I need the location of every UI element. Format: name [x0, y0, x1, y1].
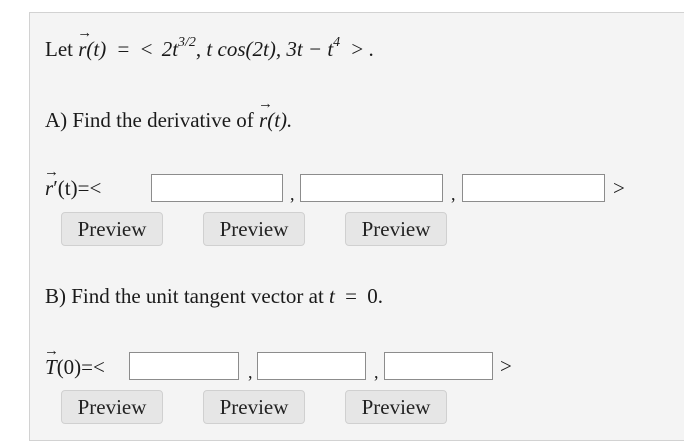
preview-button[interactable]: Preview	[345, 390, 447, 424]
part-a-input-2[interactable]	[300, 174, 443, 202]
let-text: Let	[45, 37, 73, 61]
separator-comma: ,	[374, 362, 379, 382]
part-b-prompt: B) Find the unit tangent vector at t = 0…	[45, 284, 383, 308]
part-a-input-1[interactable]	[151, 174, 283, 202]
close-angle: > .	[351, 37, 374, 61]
part-b-input-2[interactable]	[257, 352, 366, 380]
part-a-input-3[interactable]	[462, 174, 605, 202]
preview-button[interactable]: Preview	[345, 212, 447, 246]
open-angle: <	[140, 37, 153, 61]
close-angle: >	[613, 176, 625, 200]
r-vector-symbol: → r	[44, 164, 59, 201]
vector-arrow-icon: →	[44, 343, 59, 359]
part-a-prompt: A) Find the derivative of → r(t).	[45, 96, 293, 133]
preview-button[interactable]: Preview	[203, 390, 305, 424]
vector-arrow-icon: →	[77, 25, 93, 41]
close-angle: >	[500, 354, 512, 378]
component-3: 3t − t4	[286, 35, 341, 62]
preview-button[interactable]: Preview	[61, 390, 163, 424]
part-b-input-3[interactable]	[384, 352, 493, 380]
component-1: 2t3/2	[161, 35, 196, 62]
separator-comma: ,	[290, 184, 295, 204]
preview-button[interactable]: Preview	[61, 212, 163, 246]
component-2: t cos(2t),	[206, 37, 282, 61]
problem-statement: Let → r(t) = < 2t3/2, t cos(2t), 3t − t4 …	[45, 25, 374, 62]
r-vector-symbol: → r	[258, 96, 274, 133]
vector-arrow-icon: →	[258, 96, 274, 112]
part-a-answer-label: → r′(t)=<	[44, 164, 102, 201]
T-vector-symbol: → T	[44, 343, 59, 380]
separator-comma: ,	[248, 362, 253, 382]
part-b-input-1[interactable]	[129, 352, 239, 380]
vector-arrow-icon: →	[44, 164, 59, 180]
part-b-answer-label: → T(0)=<	[44, 343, 105, 380]
preview-button[interactable]: Preview	[203, 212, 305, 246]
separator-comma: ,	[451, 184, 456, 204]
r-vector-symbol: → r	[77, 25, 93, 62]
equals-sign: =	[117, 37, 130, 61]
